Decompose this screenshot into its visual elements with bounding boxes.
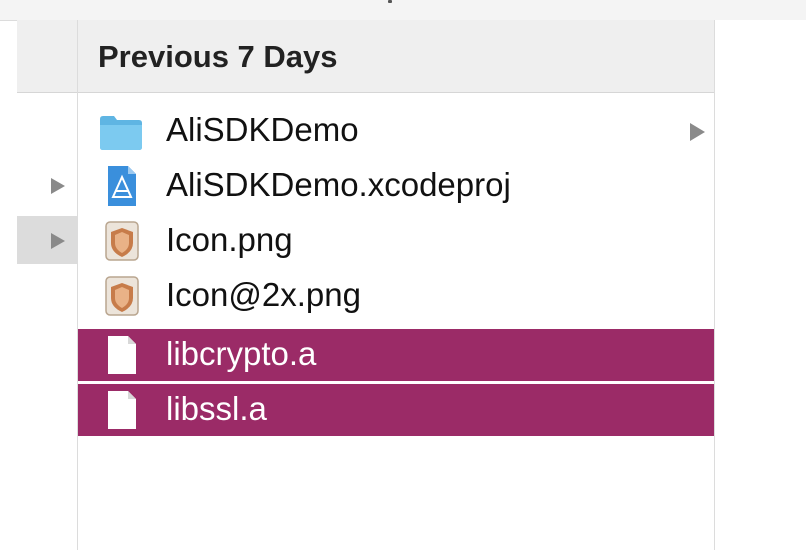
list-item[interactable]: AliSDKDemo bbox=[78, 105, 714, 157]
top-strip-mark bbox=[388, 0, 392, 3]
disclosure-arrow-icon[interactable] bbox=[690, 123, 705, 141]
window-top-strip bbox=[0, 0, 806, 21]
document-icon bbox=[108, 391, 136, 429]
parent-column-highlight bbox=[17, 216, 77, 264]
column-title: Previous 7 Days bbox=[98, 39, 338, 74]
list-item[interactable]: libcrypto.a bbox=[78, 329, 714, 381]
file-name: libcrypto.a bbox=[166, 335, 317, 372]
parent-column-header bbox=[17, 20, 77, 93]
xcodeproj-icon bbox=[108, 166, 136, 206]
png-image-icon bbox=[105, 276, 139, 316]
file-name: libssl.a bbox=[166, 390, 267, 427]
file-column: Previous 7 Days AliSDKDemo AliSDKDemo.xc… bbox=[78, 20, 715, 550]
file-name: Icon.png bbox=[166, 221, 293, 258]
list-item[interactable]: libssl.a bbox=[78, 384, 714, 436]
column-header[interactable]: Previous 7 Days bbox=[78, 20, 714, 93]
file-name: AliSDKDemo.xcodeproj bbox=[166, 166, 511, 203]
expand-arrow-icon[interactable] bbox=[51, 178, 65, 194]
expand-arrow-icon[interactable] bbox=[51, 233, 65, 249]
list-item[interactable]: AliSDKDemo.xcodeproj bbox=[78, 160, 714, 212]
parent-column[interactable] bbox=[17, 20, 78, 550]
png-image-icon bbox=[105, 221, 139, 261]
file-name: AliSDKDemo bbox=[166, 111, 359, 148]
folder-icon bbox=[100, 116, 142, 150]
list-item[interactable]: Icon@2x.png bbox=[78, 270, 714, 322]
file-name: Icon@2x.png bbox=[166, 276, 361, 313]
preview-column bbox=[715, 20, 806, 550]
document-icon bbox=[108, 336, 136, 374]
list-item[interactable]: Icon.png bbox=[78, 215, 714, 267]
